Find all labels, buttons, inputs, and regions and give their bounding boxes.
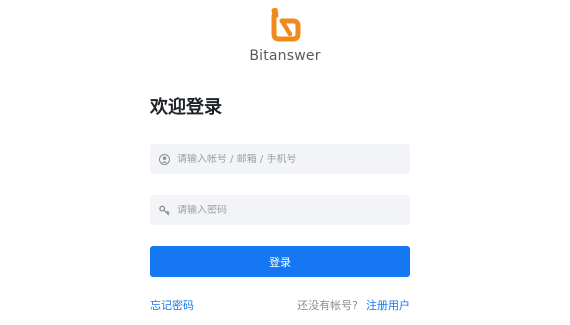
bitanswer-logo-icon (271, 7, 301, 42)
account-field[interactable] (150, 144, 410, 174)
login-footer: 忘记密码 还没有帐号? 注册用户 (150, 297, 410, 313)
register-prompt: 还没有帐号? 注册用户 (297, 297, 410, 313)
brand-name: Bitanswer (249, 48, 321, 64)
key-icon (159, 205, 170, 216)
login-button[interactable]: 登录 (150, 246, 410, 277)
user-icon (159, 153, 170, 165)
forgot-password-link[interactable]: 忘记密码 (150, 297, 194, 313)
brand-header: Bitanswer (0, 6, 570, 64)
login-page: Bitanswer 欢迎登录 登录 (0, 0, 570, 325)
register-link[interactable]: 注册用户 (366, 297, 410, 313)
no-account-text: 还没有帐号? (297, 299, 358, 312)
password-field[interactable] (150, 195, 410, 225)
account-input[interactable] (177, 153, 397, 165)
password-input[interactable] (177, 204, 397, 216)
page-title: 欢迎登录 (150, 97, 222, 118)
login-form: 欢迎登录 登录 忘记密码 (150, 96, 410, 313)
